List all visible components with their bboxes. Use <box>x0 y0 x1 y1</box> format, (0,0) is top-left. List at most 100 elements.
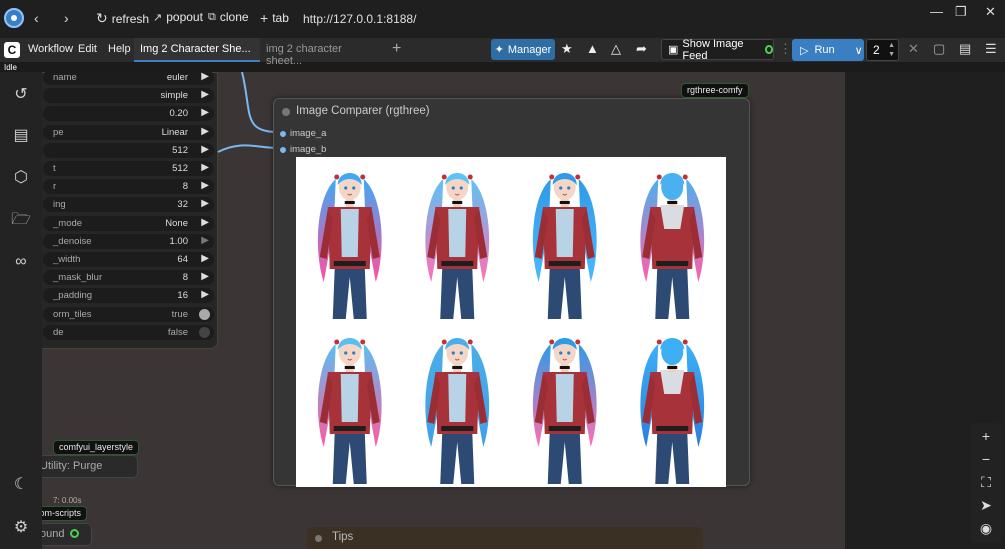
param-widget[interactable]: r 8 ▶ <box>43 179 214 195</box>
increment-arrow-icon[interactable]: ▶ <box>201 144 209 155</box>
increment-arrow-icon[interactable]: ▶ <box>201 89 209 100</box>
increment-arrow-icon[interactable]: ▶ <box>201 198 209 209</box>
ultimate-sd-upscale-node[interactable]: name euler ▶ simple ▶ 0.20 ▶ pe Linear ▶ 512 ▶ t 512 ▶… <box>42 72 218 349</box>
param-widget[interactable]: _width 64 ▶ <box>43 252 214 267</box>
show-image-feed-button[interactable]: ▣ Show Image Feed <box>661 38 774 62</box>
increment-arrow-icon[interactable]: ▶ <box>201 289 209 300</box>
increment-arrow-icon[interactable]: ▶ <box>201 162 209 173</box>
model-cube-icon[interactable]: ⬡ <box>11 168 31 188</box>
share-icon[interactable]: ➦ <box>636 41 647 57</box>
param-widget[interactable]: 512 ▶ <box>43 142 214 158</box>
add-tab-button[interactable]: + <box>392 40 401 58</box>
select-pointer-icon[interactable]: ➤ <box>977 496 995 514</box>
input-slot-image-a[interactable]: image_a <box>280 128 326 139</box>
url-field[interactable]: http://127.0.0.1:8188/ <box>303 12 416 26</box>
forward-button[interactable]: › <box>64 10 69 26</box>
document-list-icon[interactable]: ▤ <box>11 126 31 146</box>
param-widget[interactable]: name euler ▶ <box>43 72 214 85</box>
tips-node[interactable]: Tips <box>307 527 703 549</box>
collapse-dot-icon[interactable] <box>282 108 290 116</box>
browser-logo-icon[interactable] <box>4 8 24 28</box>
minimize-button[interactable]: — <box>930 4 943 19</box>
clone-label: clone <box>219 10 249 24</box>
maximize-button[interactable]: ❐ <box>955 4 967 20</box>
layerstyle-badge: comfyui_layerstyle <box>53 440 140 455</box>
graph-canvas[interactable]: name euler ▶ simple ▶ 0.20 ▶ pe Linear ▶ 512 ▶ t 512 ▶… <box>42 72 845 549</box>
utility-purge-node[interactable]: Utility: Purge <box>42 455 138 478</box>
character-sheet-image <box>317 173 705 484</box>
image-comparer-node[interactable]: Image Comparer (rgthree) image_a image_b <box>273 98 750 487</box>
collapse-dot-icon[interactable] <box>315 535 322 542</box>
plus-icon: + <box>260 10 269 26</box>
workflow-tab[interactable]: img 2 character sheet... <box>260 38 378 67</box>
focus-mode-icon[interactable]: ▢ <box>933 41 945 57</box>
menu-edit[interactable]: Edit <box>78 43 97 55</box>
param-widget[interactable]: simple ▶ <box>43 88 214 104</box>
param-widget[interactable]: pe Linear ▶ <box>43 124 214 140</box>
input-slot-image-b[interactable]: image_b <box>280 144 326 155</box>
slot-dot-icon <box>280 130 286 137</box>
visibility-eye-icon[interactable]: ◉ <box>977 519 995 537</box>
close-window-button[interactable]: ✕ <box>985 4 996 20</box>
clone-button[interactable]: ⧉ clone <box>208 10 249 24</box>
param-widget[interactable]: _mask_blur 8 ▶ <box>43 270 214 286</box>
back-button[interactable]: ‹ <box>34 10 39 26</box>
increment-arrow-icon[interactable]: ▶ <box>201 235 209 246</box>
toggle-switch[interactable] <box>199 308 210 320</box>
node-map-icon[interactable]: ▲ <box>586 41 599 56</box>
batch-count-input[interactable]: 2 ▲ ▼ <box>866 39 899 61</box>
theme-toggle-moon-icon[interactable]: ☾ <box>11 475 31 495</box>
param-widget[interactable]: de false <box>43 324 214 340</box>
zoom-in-icon[interactable]: + <box>977 427 995 445</box>
manager-button[interactable]: ✦ Manager <box>491 39 555 60</box>
menu-help[interactable]: Help <box>108 43 131 55</box>
fit-view-icon[interactable]: ⛶ <box>977 473 995 491</box>
bottom-panel-icon[interactable]: ▤ <box>959 41 971 57</box>
run-mode-chevron-icon[interactable]: ∨ <box>855 44 863 57</box>
stepper-icon[interactable]: ▲ ▼ <box>888 41 895 59</box>
run-button[interactable]: ▷ Run ∨ <box>792 39 864 61</box>
menu-workflow[interactable]: Workflow <box>28 43 73 55</box>
workflow-tab-active[interactable]: Img 2 Character She... <box>134 38 260 62</box>
folder-icon[interactable]: 🗁 <box>11 210 31 230</box>
character-figure <box>532 338 597 484</box>
play-sound-node[interactable]: ound <box>42 523 92 546</box>
character-figure <box>425 338 490 484</box>
increment-arrow-icon[interactable]: ▶ <box>201 271 209 282</box>
zoom-out-icon[interactable]: − <box>977 450 995 468</box>
param-name: _padding <box>53 290 93 302</box>
param-widget[interactable]: 0.20 ▶ <box>43 106 214 122</box>
param-widget[interactable]: _padding 16 ▶ <box>43 288 214 304</box>
refresh-button[interactable]: ↻ refresh <box>96 10 149 27</box>
param-value: 1.00 <box>169 235 189 247</box>
increment-arrow-icon[interactable]: ▶ <box>201 217 209 228</box>
history-icon[interactable]: ↺ <box>11 85 31 105</box>
param-widget[interactable]: orm_tiles true <box>43 306 214 322</box>
new-tab-button[interactable]: + tab <box>260 10 289 26</box>
increment-arrow-icon[interactable]: ▶ <box>201 72 209 82</box>
cancel-icon[interactable]: ✕ <box>908 41 919 57</box>
popout-button[interactable]: ↗ popout <box>153 10 203 24</box>
param-widget[interactable]: ing 32 ▶ <box>43 197 214 213</box>
increment-arrow-icon[interactable]: ▶ <box>201 126 209 137</box>
settings-gear-icon[interactable]: ⚙ <box>11 518 31 538</box>
param-name: orm_tiles <box>53 308 92 320</box>
slot-dot-icon <box>280 146 286 153</box>
param-name: _mask_blur <box>53 272 103 284</box>
comparison-preview-image[interactable] <box>296 157 726 487</box>
star-icon[interactable]: ★ <box>561 41 573 57</box>
drag-handle-icon[interactable]: ⋮ <box>779 41 792 57</box>
hamburger-menu-icon[interactable]: ☰ <box>985 41 997 57</box>
param-widget[interactable]: t 512 ▶ <box>43 161 214 176</box>
comfy-logo-icon[interactable]: C <box>4 42 20 58</box>
node-map-alt-icon[interactable]: △ <box>611 41 621 57</box>
param-widget[interactable]: _denoise 1.00 ▶ <box>43 233 214 249</box>
param-widget[interactable]: _mode None ▶ <box>43 215 214 231</box>
increment-arrow-icon[interactable]: ▶ <box>201 107 209 118</box>
toggle-switch[interactable] <box>199 326 210 338</box>
increment-arrow-icon[interactable]: ▶ <box>201 253 209 264</box>
popout-icon: ↗ <box>153 11 163 24</box>
increment-arrow-icon[interactable]: ▶ <box>201 180 209 191</box>
play-icon: ▷ <box>800 44 809 57</box>
node-library-icon[interactable]: ∞ <box>11 252 31 272</box>
